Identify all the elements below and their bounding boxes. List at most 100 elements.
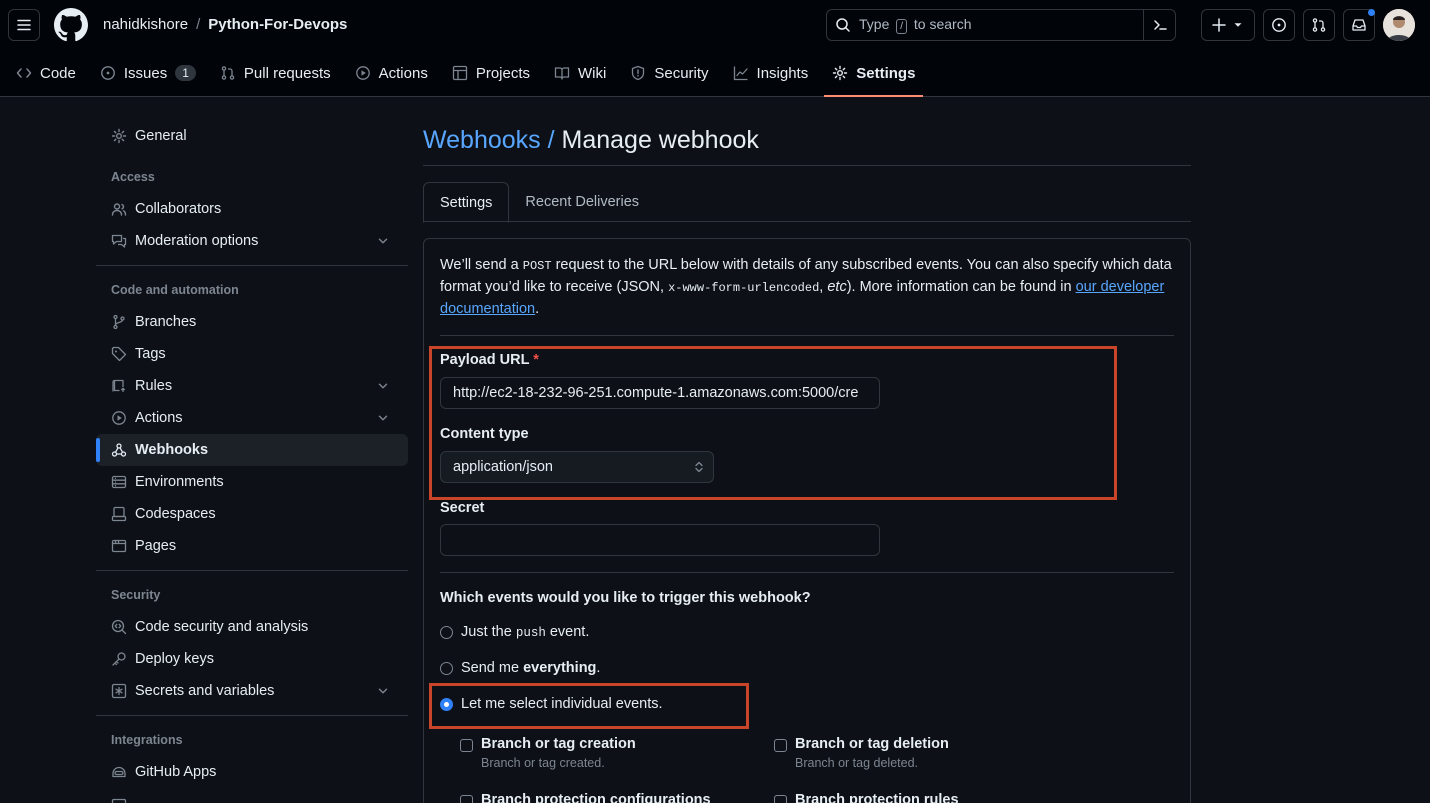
sidebar-item-collaborators[interactable]: Collaborators [96, 193, 408, 225]
radio-everything[interactable]: Send me everything. [440, 658, 1174, 678]
app-header: nahidkishore / Python-For-Devops Type / … [0, 0, 1430, 97]
tab-label: Insights [756, 64, 809, 82]
sidebar-item-pages[interactable]: Pages [96, 530, 408, 562]
sidebar-item-deploy-keys[interactable]: Deploy keys [96, 643, 408, 675]
chevron-down-icon [378, 238, 388, 244]
secret-input[interactable] [440, 524, 880, 556]
graph-icon [733, 66, 748, 81]
tab-label: Settings [856, 64, 916, 82]
checkbox[interactable] [460, 739, 473, 752]
radio-just-push[interactable]: Just the push event. [440, 622, 1174, 642]
play-icon [355, 66, 370, 80]
mail-icon [111, 798, 127, 803]
avatar[interactable] [1383, 9, 1415, 41]
event-description: Branch or tag deleted. [795, 756, 918, 770]
sidebar-item-label: Moderation options [135, 233, 259, 249]
checkbox[interactable] [774, 795, 787, 803]
radio-label: Send me everything. [461, 660, 601, 676]
sidebar-item-label: Collaborators [135, 201, 222, 217]
sidebar-item-tags[interactable]: Tags [96, 338, 408, 370]
notification-dot [1368, 9, 1375, 16]
tab-actions[interactable]: Actions [343, 57, 440, 89]
tab-label: Projects [475, 64, 531, 82]
event-branch-protection-configurations[interactable]: Branch protection configurations [460, 792, 711, 803]
sidebar-item-label: Codespaces [135, 506, 216, 522]
sidebar-item-github-apps[interactable]: GitHub Apps [96, 756, 408, 788]
codescan-icon [111, 619, 127, 635]
chevron-down-icon [378, 688, 388, 694]
issue-icon [100, 66, 115, 80]
git-branch-icon [113, 314, 125, 330]
issues-button[interactable] [1263, 9, 1295, 41]
search-shortcut-key: / [896, 19, 908, 34]
breadcrumb-owner[interactable]: nahidkishore [103, 16, 188, 33]
radio-button[interactable] [440, 661, 453, 675]
gear-icon [833, 65, 848, 81]
sidebar-item-label: Deploy keys [135, 651, 214, 667]
tab-settings[interactable]: Settings [820, 57, 927, 97]
table-icon [452, 65, 467, 81]
create-new-button[interactable] [1201, 9, 1255, 41]
breadcrumb-repo[interactable]: Python-For-Devops [208, 16, 347, 33]
github-logo-icon[interactable] [54, 8, 88, 42]
tab-insights[interactable]: Insights [721, 57, 821, 89]
radio-button[interactable] [440, 625, 453, 639]
intro-text: We’ll send a POST request to the URL bel… [440, 257, 1172, 317]
browser-icon [111, 539, 127, 553]
sidebar-item-label: Actions [135, 410, 183, 426]
sidebar-item-rules[interactable]: Rules [96, 370, 408, 402]
highlight-box-payload [429, 346, 1117, 500]
tag-icon [111, 346, 127, 362]
codespaces-icon [111, 506, 127, 522]
checkbox[interactable] [460, 795, 473, 803]
sidebar-item-partial[interactable] [96, 788, 408, 803]
command-palette-button[interactable] [1143, 10, 1175, 40]
form-divider [440, 335, 1174, 336]
tab-issues[interactable]: Issues 1 [88, 57, 208, 89]
tab-security[interactable]: Security [618, 57, 720, 89]
sidebar-item-environments[interactable]: Environments [96, 466, 408, 498]
play-icon [112, 411, 126, 425]
sidebar-item-label: Environments [135, 474, 224, 490]
sidebar-item-actions[interactable]: Actions [96, 402, 408, 434]
repo-push-icon [112, 379, 126, 392]
tab-recent-deliveries[interactable]: Recent Deliveries [509, 182, 655, 222]
sidebar-section-security: Security [111, 588, 161, 602]
user-avatar-icon [1383, 9, 1415, 41]
sidebar-item-label: GitHub Apps [135, 764, 217, 780]
event-title: Branch protection configurations [481, 792, 711, 803]
chevron-down-icon [378, 415, 388, 421]
search-input[interactable]: Type / to search [826, 9, 1176, 41]
sidebar-section-access: Access [111, 170, 155, 184]
sidebar-item-label: Secrets and variables [135, 683, 275, 699]
event-branch-protection-rules[interactable]: Branch protection rules [774, 792, 959, 803]
event-branch-tag-creation[interactable]: Branch or tag creation Branch or tag crea… [460, 736, 636, 770]
sidebar-item-branches[interactable]: Branches [96, 306, 408, 338]
pull-requests-button[interactable] [1303, 9, 1335, 41]
menu-button[interactable] [8, 9, 40, 41]
tab-settings[interactable]: Settings [423, 182, 510, 223]
sidebar-item-moderation[interactable]: Moderation options [96, 225, 408, 257]
sidebar-item-secrets[interactable]: Secrets and variables [96, 675, 408, 707]
tab-wiki[interactable]: Wiki [542, 57, 618, 89]
server-icon [111, 475, 127, 489]
tab-label: Security [654, 64, 709, 82]
sidebar-item-label: Tags [135, 346, 166, 362]
checkbox[interactable] [774, 739, 787, 752]
code-icon [16, 68, 32, 78]
sidebar-item-general[interactable]: General [96, 120, 408, 152]
title-webhooks-link[interactable]: Webhooks / [423, 126, 555, 154]
sidebar-item-code-security[interactable]: Code security and analysis [96, 611, 408, 643]
event-branch-tag-deletion[interactable]: Branch or tag deletion Branch or tag dele… [774, 736, 949, 770]
tab-code[interactable]: Code [0, 57, 88, 89]
tab-pull-requests[interactable]: Pull requests [208, 57, 343, 89]
sidebar-item-webhooks[interactable]: Webhooks [96, 434, 408, 466]
event-title: Branch or tag deletion [795, 736, 949, 752]
key-icon [112, 652, 126, 666]
inbox-icon [1352, 19, 1366, 31]
sidebar-item-codespaces[interactable]: Codespaces [96, 498, 408, 530]
sidebar-divider [96, 265, 408, 266]
plus-icon [1212, 18, 1226, 32]
tab-projects[interactable]: Projects [440, 57, 542, 89]
secret-label: Secret [440, 500, 485, 516]
